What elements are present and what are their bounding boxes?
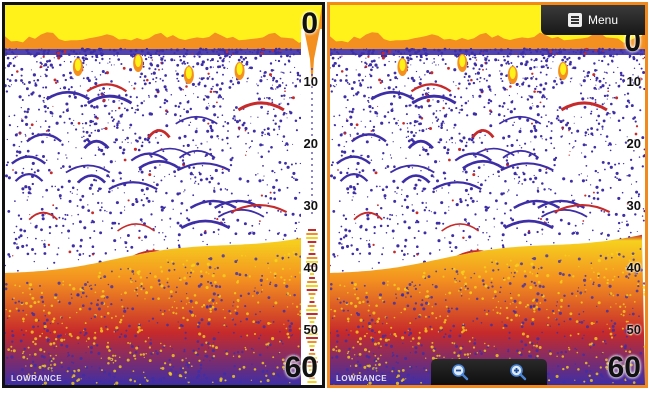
sonar-chart-left bbox=[5, 5, 322, 385]
sonar-chart-right bbox=[330, 5, 645, 385]
zoom-in-icon bbox=[510, 364, 527, 381]
brand-label: LOWRANCE bbox=[11, 374, 63, 383]
zoom-toolbar bbox=[431, 359, 547, 385]
depth-range-top: 0 bbox=[301, 7, 318, 40]
sonar-pane-left[interactable]: 0 10 20 30 40 50 60 LOWRANCE bbox=[2, 2, 325, 388]
sonar-pane-right[interactable]: 0 10 20 30 40 50 60 LOWRANCE Menu bbox=[327, 2, 648, 388]
zoom-out-button[interactable] bbox=[447, 361, 473, 383]
menu-button-label: Menu bbox=[587, 13, 619, 27]
menu-icon bbox=[567, 13, 582, 27]
brand-label: LOWRANCE bbox=[336, 374, 388, 383]
menu-button[interactable]: Menu bbox=[541, 5, 645, 35]
zoom-in-button[interactable] bbox=[505, 361, 531, 383]
zoom-out-icon bbox=[452, 364, 469, 381]
depth-range-bottom: 60 bbox=[607, 351, 641, 384]
amplitude-scope bbox=[301, 29, 322, 385]
depth-range-bottom: 60 bbox=[284, 351, 318, 384]
